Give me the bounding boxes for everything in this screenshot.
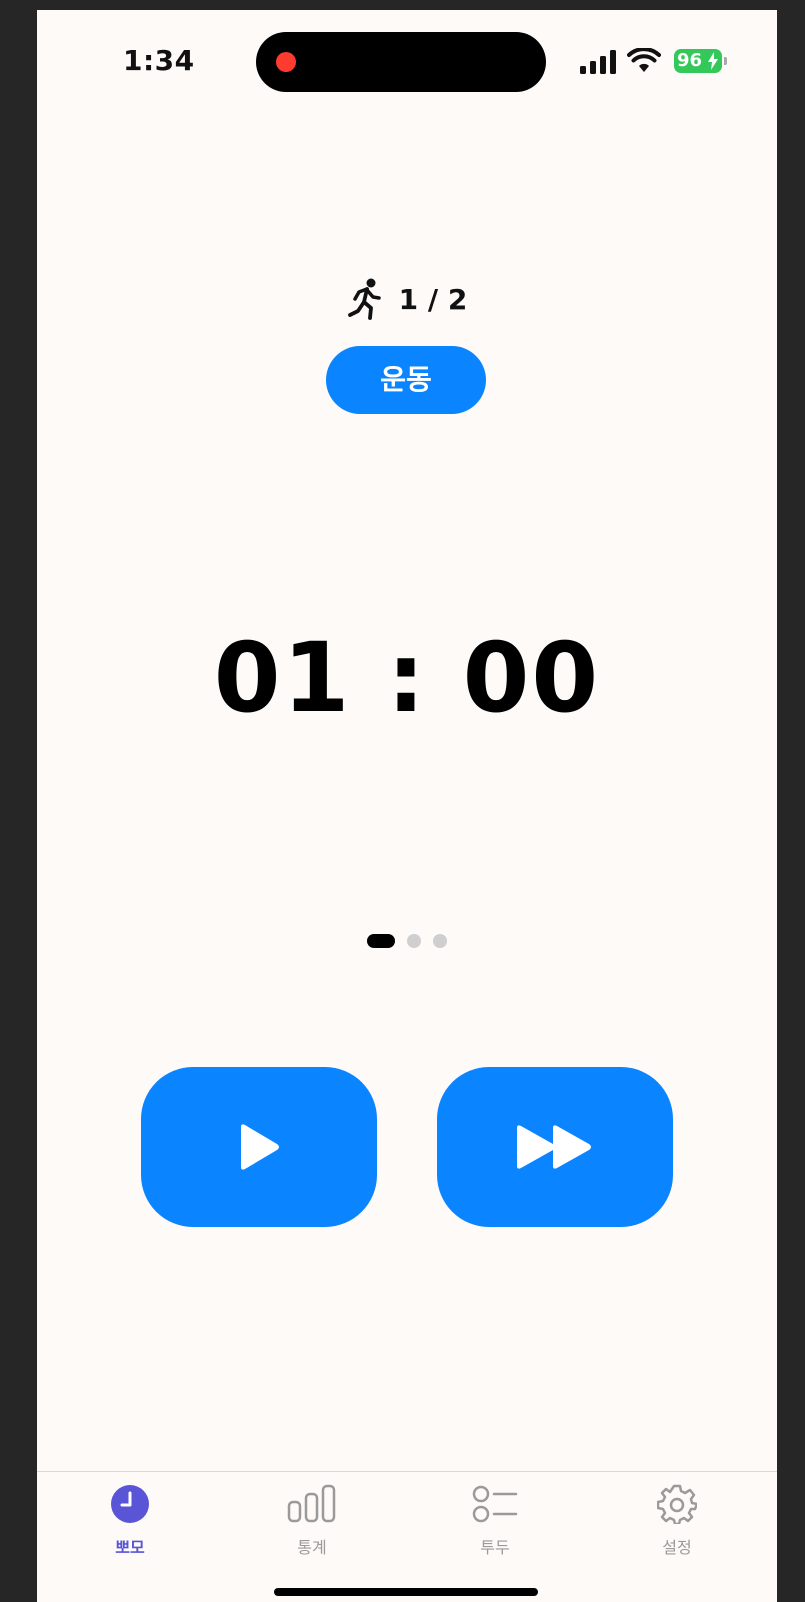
skip-button[interactable] xyxy=(437,1067,673,1227)
battery-cap xyxy=(724,57,727,65)
tab-label: 뽀모 xyxy=(115,1538,145,1557)
cellular-signal-icon xyxy=(580,50,616,74)
page-dot[interactable] xyxy=(433,934,447,948)
tab-label: 투두 xyxy=(480,1538,510,1557)
page-indicator[interactable] xyxy=(37,934,777,948)
dynamic-island xyxy=(256,32,546,92)
page-dot[interactable] xyxy=(407,934,421,948)
charging-bolt-icon xyxy=(708,52,718,70)
mode-button[interactable]: 운동 xyxy=(326,346,486,414)
tab-label: 통계 xyxy=(297,1538,327,1557)
battery-level: 96 xyxy=(677,50,703,71)
tab-label: 설정 xyxy=(662,1538,692,1557)
recording-indicator-icon xyxy=(276,52,296,72)
fast-forward-icon xyxy=(517,1125,591,1169)
clock-icon xyxy=(111,1485,149,1523)
tab-statistics[interactable]: 통계 xyxy=(252,1484,372,1564)
play-icon xyxy=(241,1124,279,1170)
list-icon xyxy=(472,1485,518,1523)
page-dot-active[interactable] xyxy=(367,934,395,948)
tab-settings[interactable]: 설정 xyxy=(617,1484,737,1564)
tab-pomodoro[interactable]: 뽀모 xyxy=(70,1484,190,1564)
app-screen: 1:34 96 1 / 2 운동 01: 00 뽀모 통계 투두 설정 xyxy=(37,10,777,1602)
gear-icon xyxy=(657,1484,697,1524)
running-person-icon xyxy=(347,278,381,320)
session-info: 1 / 2 xyxy=(37,276,777,322)
battery-indicator: 96 xyxy=(674,49,722,73)
home-indicator[interactable] xyxy=(274,1588,538,1596)
tab-todo[interactable]: 투두 xyxy=(435,1484,555,1564)
tab-bar-divider xyxy=(37,1471,777,1472)
status-time: 1:34 xyxy=(123,44,195,77)
device-frame: 1:34 96 1 / 2 운동 01: 00 뽀모 통계 투두 설정 xyxy=(0,0,805,1602)
play-button[interactable] xyxy=(141,1067,377,1227)
bar-chart-icon xyxy=(287,1484,336,1523)
wifi-icon xyxy=(627,48,661,72)
session-count: 1 / 2 xyxy=(398,282,468,316)
timer-display: 01 : 00 xyxy=(213,622,601,734)
